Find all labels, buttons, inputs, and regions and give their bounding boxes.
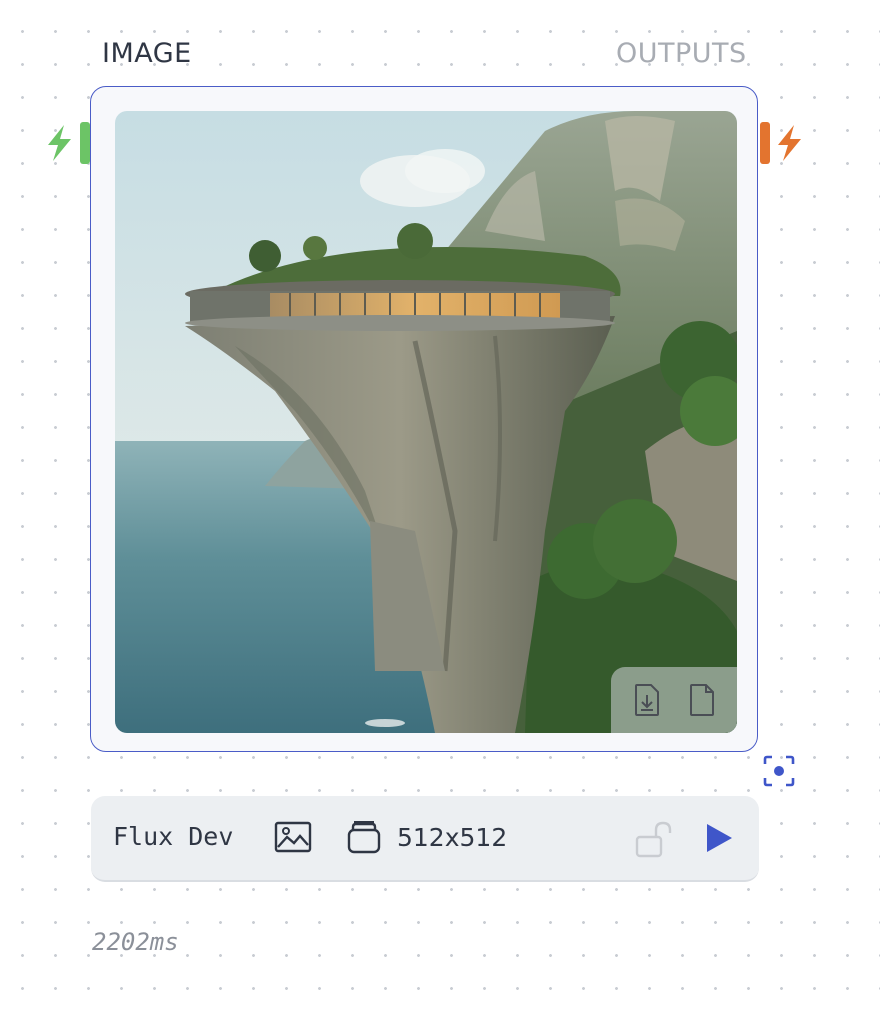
file-icon[interactable]: [685, 680, 719, 720]
output-port[interactable]: [760, 122, 770, 164]
input-port[interactable]: [80, 122, 90, 164]
layers-icon[interactable]: [345, 818, 383, 856]
generation-duration: 2202ms: [92, 928, 179, 956]
image-actions-bar: [611, 667, 737, 733]
generated-image[interactable]: [115, 111, 737, 733]
input-lightning-bolt-icon: [48, 125, 71, 161]
outputs-label: OUTPUTS: [616, 38, 747, 69]
size-selector[interactable]: 512x512: [397, 823, 507, 852]
play-icon[interactable]: [701, 820, 737, 856]
image-icon[interactable]: [273, 820, 313, 854]
node-title: IMAGE: [102, 38, 192, 69]
focus-target-icon[interactable]: [760, 752, 798, 790]
output-lightning-bolt-icon: [778, 125, 801, 161]
download-icon[interactable]: [630, 680, 664, 720]
model-selector[interactable]: Flux Dev: [113, 822, 233, 851]
image-node-card[interactable]: [90, 86, 758, 752]
generated-image-picture: [115, 111, 737, 733]
unlock-icon[interactable]: [633, 818, 675, 860]
generation-toolbar: Flux Dev 512x512: [91, 796, 759, 882]
